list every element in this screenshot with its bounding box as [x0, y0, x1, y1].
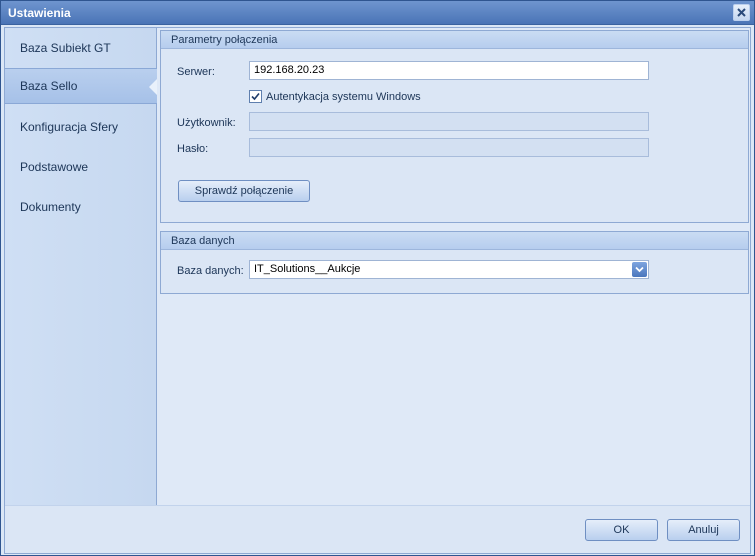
database-label: Baza danych: — [177, 265, 244, 277]
sidebar-item-label: Konfiguracja Sfery — [20, 120, 119, 134]
window-title: Ustawienia — [8, 6, 71, 20]
chevron-down-icon — [635, 266, 644, 273]
sidebar-item-konfiguracja-sfery[interactable]: Konfiguracja Sfery — [5, 109, 157, 145]
database-select-value: IT_Solutions__Aukcje — [254, 263, 361, 275]
windows-auth-checkbox-row[interactable]: Autentykacja systemu Windows — [249, 90, 421, 103]
sidebar-item-dokumenty[interactable]: Dokumenty — [5, 189, 157, 225]
database-group-header: Baza danych — [161, 232, 748, 250]
main-panel: Parametry połączenia Serwer: 192.168.20.… — [157, 28, 750, 505]
server-input[interactable]: 192.168.20.23 — [249, 61, 649, 80]
checkmark-icon — [251, 92, 260, 101]
password-label: Hasło: — [177, 143, 209, 155]
cancel-button[interactable]: Anuluj — [667, 519, 740, 541]
database-group: Baza danych Baza danych: IT_Solutions__A… — [160, 231, 749, 294]
dialog-content: Baza Subiekt GT Baza Sello Konfiguracja … — [4, 27, 751, 554]
connection-group-header: Parametry połączenia — [161, 31, 748, 49]
close-icon — [737, 8, 746, 17]
windows-auth-checkbox[interactable] — [249, 90, 262, 103]
sidebar-item-podstawowe[interactable]: Podstawowe — [5, 149, 157, 185]
sidebar: Baza Subiekt GT Baza Sello Konfiguracja … — [5, 28, 158, 505]
sidebar-item-label: Dokumenty — [20, 200, 81, 214]
sidebar-item-baza-sello[interactable]: Baza Sello — [5, 68, 158, 104]
ok-button[interactable]: OK — [585, 519, 658, 541]
connection-group: Parametry połączenia Serwer: 192.168.20.… — [160, 30, 749, 223]
user-label: Użytkownik: — [177, 117, 236, 129]
database-dropdown-button[interactable] — [632, 262, 647, 277]
sidebar-item-label: Podstawowe — [20, 160, 89, 174]
sidebar-item-baza-subiekt-gt[interactable]: Baza Subiekt GT — [5, 30, 157, 66]
title-bar[interactable]: Ustawienia — [1, 1, 754, 25]
dialog-footer: OK Anuluj — [5, 505, 750, 553]
settings-window: Ustawienia Baza Subiekt GT Baza Sello Ko… — [0, 0, 755, 556]
close-button[interactable] — [733, 4, 750, 21]
database-select[interactable]: IT_Solutions__Aukcje — [249, 260, 649, 279]
user-input[interactable] — [249, 112, 649, 131]
test-connection-button[interactable]: Sprawdź połączenie — [178, 180, 310, 202]
server-label: Serwer: — [177, 66, 215, 78]
windows-auth-label: Autentykacja systemu Windows — [266, 90, 421, 103]
password-input[interactable] — [249, 138, 649, 157]
sidebar-item-label: Baza Subiekt GT — [20, 41, 111, 55]
sidebar-item-label: Baza Sello — [20, 79, 78, 93]
